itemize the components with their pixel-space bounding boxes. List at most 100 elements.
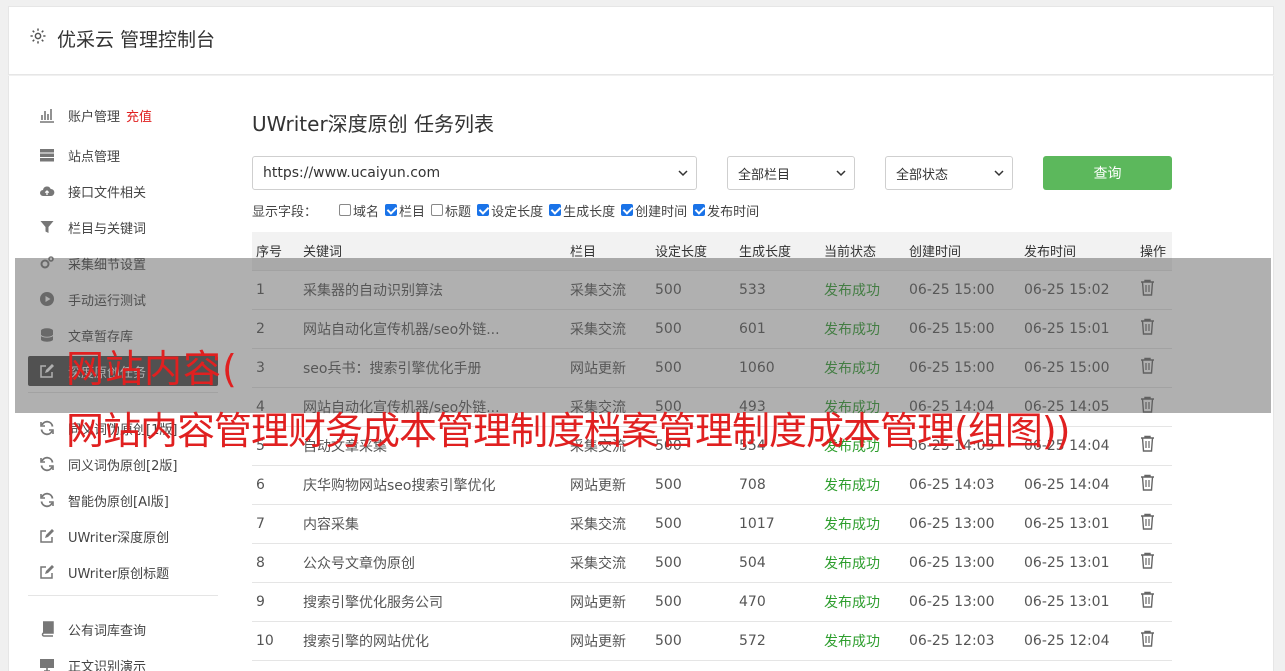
table-cell: 06-25 14:03 [905,465,1020,505]
table-cell: 发布成功 [820,582,905,622]
table-cell: 06-25 13:00 [905,582,1020,622]
field-checkbox[interactable]: 域名 [339,201,379,220]
sidebar-item[interactable]: UWriter原创标题 [28,557,218,587]
table-cell: 公众号文章伪原创 [299,543,566,583]
sidebar-item[interactable]: 接口文件相关 [28,176,218,206]
field-checkbox-label: 标题 [445,204,472,220]
table-cell: 8 [252,543,299,583]
actions-cell [1136,582,1172,622]
table-cell: 网站更新 [566,465,651,505]
table-cell: 500 [651,504,735,544]
server-icon [38,146,56,164]
sidebar-item[interactable]: 智能伪原创[AI版] [28,485,218,515]
table-cell: 500 [651,465,735,505]
sidebar-item-label: 接口文件相关 [68,185,147,201]
sidebar-item-label: 公有词库查询 [68,623,147,639]
trash-icon[interactable] [1140,474,1155,491]
table-cell: 06-25 13:01 [1020,543,1136,583]
trash-icon[interactable] [1140,630,1155,647]
trash-icon[interactable] [1140,513,1155,530]
table-cell: 500 [651,621,735,661]
sidebar-item-label: 账户管理 [68,109,121,125]
table-cell: 网站更新 [566,621,651,661]
table-cell: 搜索引擎优化服务公司 [299,582,566,622]
display-fields: 显示字段： 域名 栏目 标题 设定长度 生成长度 创建时间 发布时间 [252,200,765,220]
table-cell: 470 [735,582,820,622]
checkbox-box[interactable] [693,204,706,216]
table-cell: 10 [252,621,299,661]
field-checkbox[interactable]: 生成长度 [549,201,615,220]
table-row: 10 搜索引擎的网站优化 网站更新 500 572 发布成功 06-25 12:03 06-2… [252,621,1172,661]
chevron-down-icon [994,170,1004,177]
table-row: 7 内容采集 采集交流 500 1017 发布成功 06-25 13:00 06-25 13:… [252,504,1172,544]
table-cell: 采集交流 [566,543,651,583]
table-cell: 发布成功 [820,504,905,544]
status-select[interactable]: 全部状态 [885,156,1013,190]
table-cell: 庆华购物网站seo搜索引擎优化 [299,465,566,505]
table-row: 8 公众号文章伪原创 采集交流 500 504 发布成功 06-25 13:00 06-25 … [252,543,1172,583]
sidebar-item[interactable]: 正文识别演示 [28,650,218,671]
refresh-icon [38,491,56,509]
table-cell: 06-25 13:01 [1020,504,1136,544]
checkbox-box[interactable] [339,204,352,216]
top-bar: 优采云 管理控制台 [8,6,1274,75]
actions-cell [1136,504,1172,544]
query-button[interactable]: 查询 [1043,156,1172,190]
field-checkbox[interactable]: 栏目 [385,201,425,220]
table-cell: 1017 [735,504,820,544]
table-cell: 06-25 13:00 [905,543,1020,583]
sidebar-item-label: 智能伪原创[AI版] [68,494,169,510]
sidebar-item[interactable]: 栏目与关键词 [28,212,218,242]
table-cell: 搜索引擎的网站优化 [299,621,566,661]
field-checkbox[interactable]: 设定长度 [477,201,543,220]
field-checkbox-label: 创建时间 [635,204,688,220]
table-cell: 500 [651,543,735,583]
edit-icon [38,527,56,545]
sidebar-item-label: 同义词伪原创[2版] [68,458,178,474]
field-checkbox-label: 发布时间 [707,204,760,220]
table-cell: 9 [252,582,299,622]
checkbox-box[interactable] [621,204,634,216]
checkbox-box[interactable] [385,204,398,216]
field-checkbox-label: 栏目 [399,204,426,220]
gear-icon [30,28,46,44]
app-title: 优采云 管理控制台 [57,29,216,51]
table-cell: 708 [735,465,820,505]
trash-icon[interactable] [1140,435,1155,452]
status-select-value: 全部状态 [896,167,949,183]
field-checkbox[interactable]: 标题 [431,201,471,220]
page-title: UWriter深度原创 任务列表 [252,112,495,136]
sidebar-item[interactable]: 公有词库查询 [28,614,218,644]
table-cell: 06-25 13:00 [905,504,1020,544]
checkbox-box[interactable] [477,204,490,216]
field-checkbox-label: 域名 [353,204,380,220]
table-row: 6 庆华购物网站seo搜索引擎优化 网站更新 500 708 发布成功 06-25 14:0… [252,465,1172,505]
column-select[interactable]: 全部栏目 [727,156,855,190]
chevron-down-icon [678,170,688,177]
sidebar-item[interactable]: UWriter深度原创 [28,521,218,551]
table-cell: 572 [735,621,820,661]
sidebar-item[interactable]: 站点管理 [28,140,218,170]
sidebar-item-label: UWriter原创标题 [68,566,170,582]
display-fields-label: 显示字段： [252,204,318,220]
chevron-down-icon [836,170,846,177]
table-cell: 06-25 12:04 [1020,621,1136,661]
sidebar-item-label: 栏目与关键词 [68,221,147,237]
sidebar-item[interactable]: 账户管理 充值 [28,100,218,130]
field-checkbox[interactable]: 发布时间 [693,201,759,220]
checkbox-box[interactable] [431,204,444,216]
field-checkbox[interactable]: 创建时间 [621,201,687,220]
recharge-link[interactable]: 充值 [126,106,152,125]
filter-icon [38,218,56,236]
edit-icon [38,563,56,581]
checkbox-box[interactable] [549,204,562,216]
site-select-value: https://www.ucaiyun.com [263,165,441,181]
site-select[interactable]: https://www.ucaiyun.com [252,156,697,190]
trash-icon[interactable] [1140,591,1155,608]
actions-cell [1136,621,1172,661]
trash-icon[interactable] [1140,552,1155,569]
table-cell: 发布成功 [820,543,905,583]
field-checkbox-label: 生成长度 [563,204,616,220]
table-cell: 7 [252,504,299,544]
monitor-icon [38,656,56,671]
